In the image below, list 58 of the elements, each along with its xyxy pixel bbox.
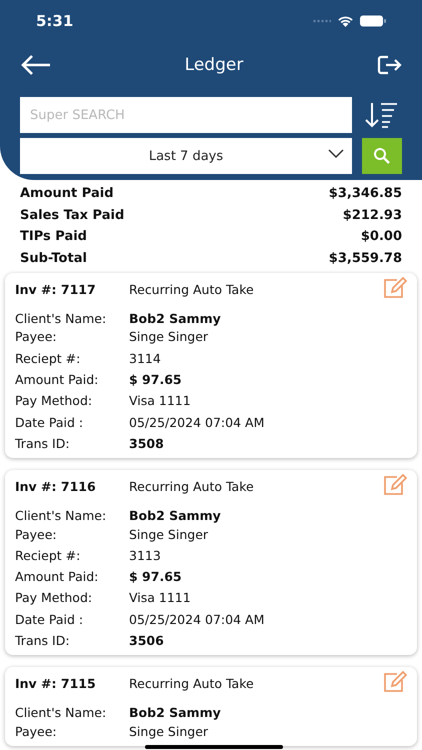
payment-type: Recurring Auto Take <box>129 282 254 298</box>
field-value: $ 97.65 <box>129 372 182 388</box>
signal-icon <box>313 19 331 23</box>
search-icon <box>373 147 391 165</box>
field-value: 3506 <box>129 633 164 648</box>
field-value: Singe Singer <box>129 526 208 542</box>
page-title: Ledger <box>184 55 244 75</box>
field-label: Payee: <box>15 329 58 344</box>
search-button[interactable] <box>362 138 402 174</box>
wifi-icon <box>337 15 354 27</box>
field-value: Bob2 Sammy <box>129 311 221 326</box>
field-value: Singe Singer <box>129 329 208 344</box>
field-label: Client's Name: <box>15 311 108 326</box>
summary-label: TIPs Paid <box>20 229 87 244</box>
summary-label: Amount Paid <box>20 186 114 202</box>
battery-icon <box>360 15 386 27</box>
field-value: Bob2 Sammy <box>129 705 221 720</box>
field-label: Payee: <box>15 526 58 542</box>
field-value: Bob2 Sammy <box>129 508 221 524</box>
field-label: Client's Name: <box>15 508 108 524</box>
field-label: Pay Method: <box>15 393 94 408</box>
summary-amount: $0.00 <box>360 229 402 244</box>
invoice-number: Inv #: 7115 <box>15 676 97 692</box>
summary-amount: $3,559.78 <box>328 250 402 266</box>
invoice-number: Inv #: 7117 <box>15 282 97 298</box>
field-value: 3114 <box>129 350 161 366</box>
field-label: Pay Method: <box>15 590 94 606</box>
field-label: Reciept #: <box>15 350 82 366</box>
field-label: Amount Paid: <box>15 569 100 584</box>
field-label: Client's Name: <box>15 705 108 720</box>
field-label: Date Paid : <box>15 414 84 430</box>
field-label: Trans ID: <box>15 633 71 648</box>
field-value: Visa 1111 <box>129 393 191 408</box>
field-value: $ 97.65 <box>129 569 182 584</box>
field-value: 05/25/2024 07:04 AM <box>129 612 264 627</box>
field-label: Trans ID: <box>15 436 71 451</box>
chevron-down-icon <box>328 149 344 159</box>
field-value: Singe Singer <box>129 724 208 739</box>
invoice-number: Inv #: 7116 <box>15 479 97 494</box>
summary-amount: $212.93 <box>342 208 402 223</box>
summary-label: Sales Tax Paid <box>20 208 124 223</box>
summary-amount: $3,346.85 <box>328 186 402 202</box>
field-label: Date Paid : <box>15 612 84 627</box>
payment-type: Recurring Auto Take <box>129 479 254 494</box>
payment-type: Recurring Auto Take <box>129 676 254 692</box>
field-label: Amount Paid: <box>15 372 100 388</box>
back-button[interactable] <box>20 54 52 76</box>
field-label: Payee: <box>15 724 58 739</box>
search-field[interactable]: Super SEARCH <box>20 97 352 133</box>
field-value: 05/25/2024 07:04 AM <box>129 414 264 430</box>
period-dropdown[interactable]: Last 7 days <box>20 138 352 174</box>
status-time: 5:31 <box>36 12 74 30</box>
summary-label: Sub-Total <box>20 250 87 266</box>
field-label: Reciept #: <box>15 548 82 563</box>
field-value: 3508 <box>129 436 164 451</box>
field-value: Visa 1111 <box>129 590 191 606</box>
logout-button[interactable] <box>376 54 402 76</box>
field-value: 3113 <box>129 548 161 563</box>
